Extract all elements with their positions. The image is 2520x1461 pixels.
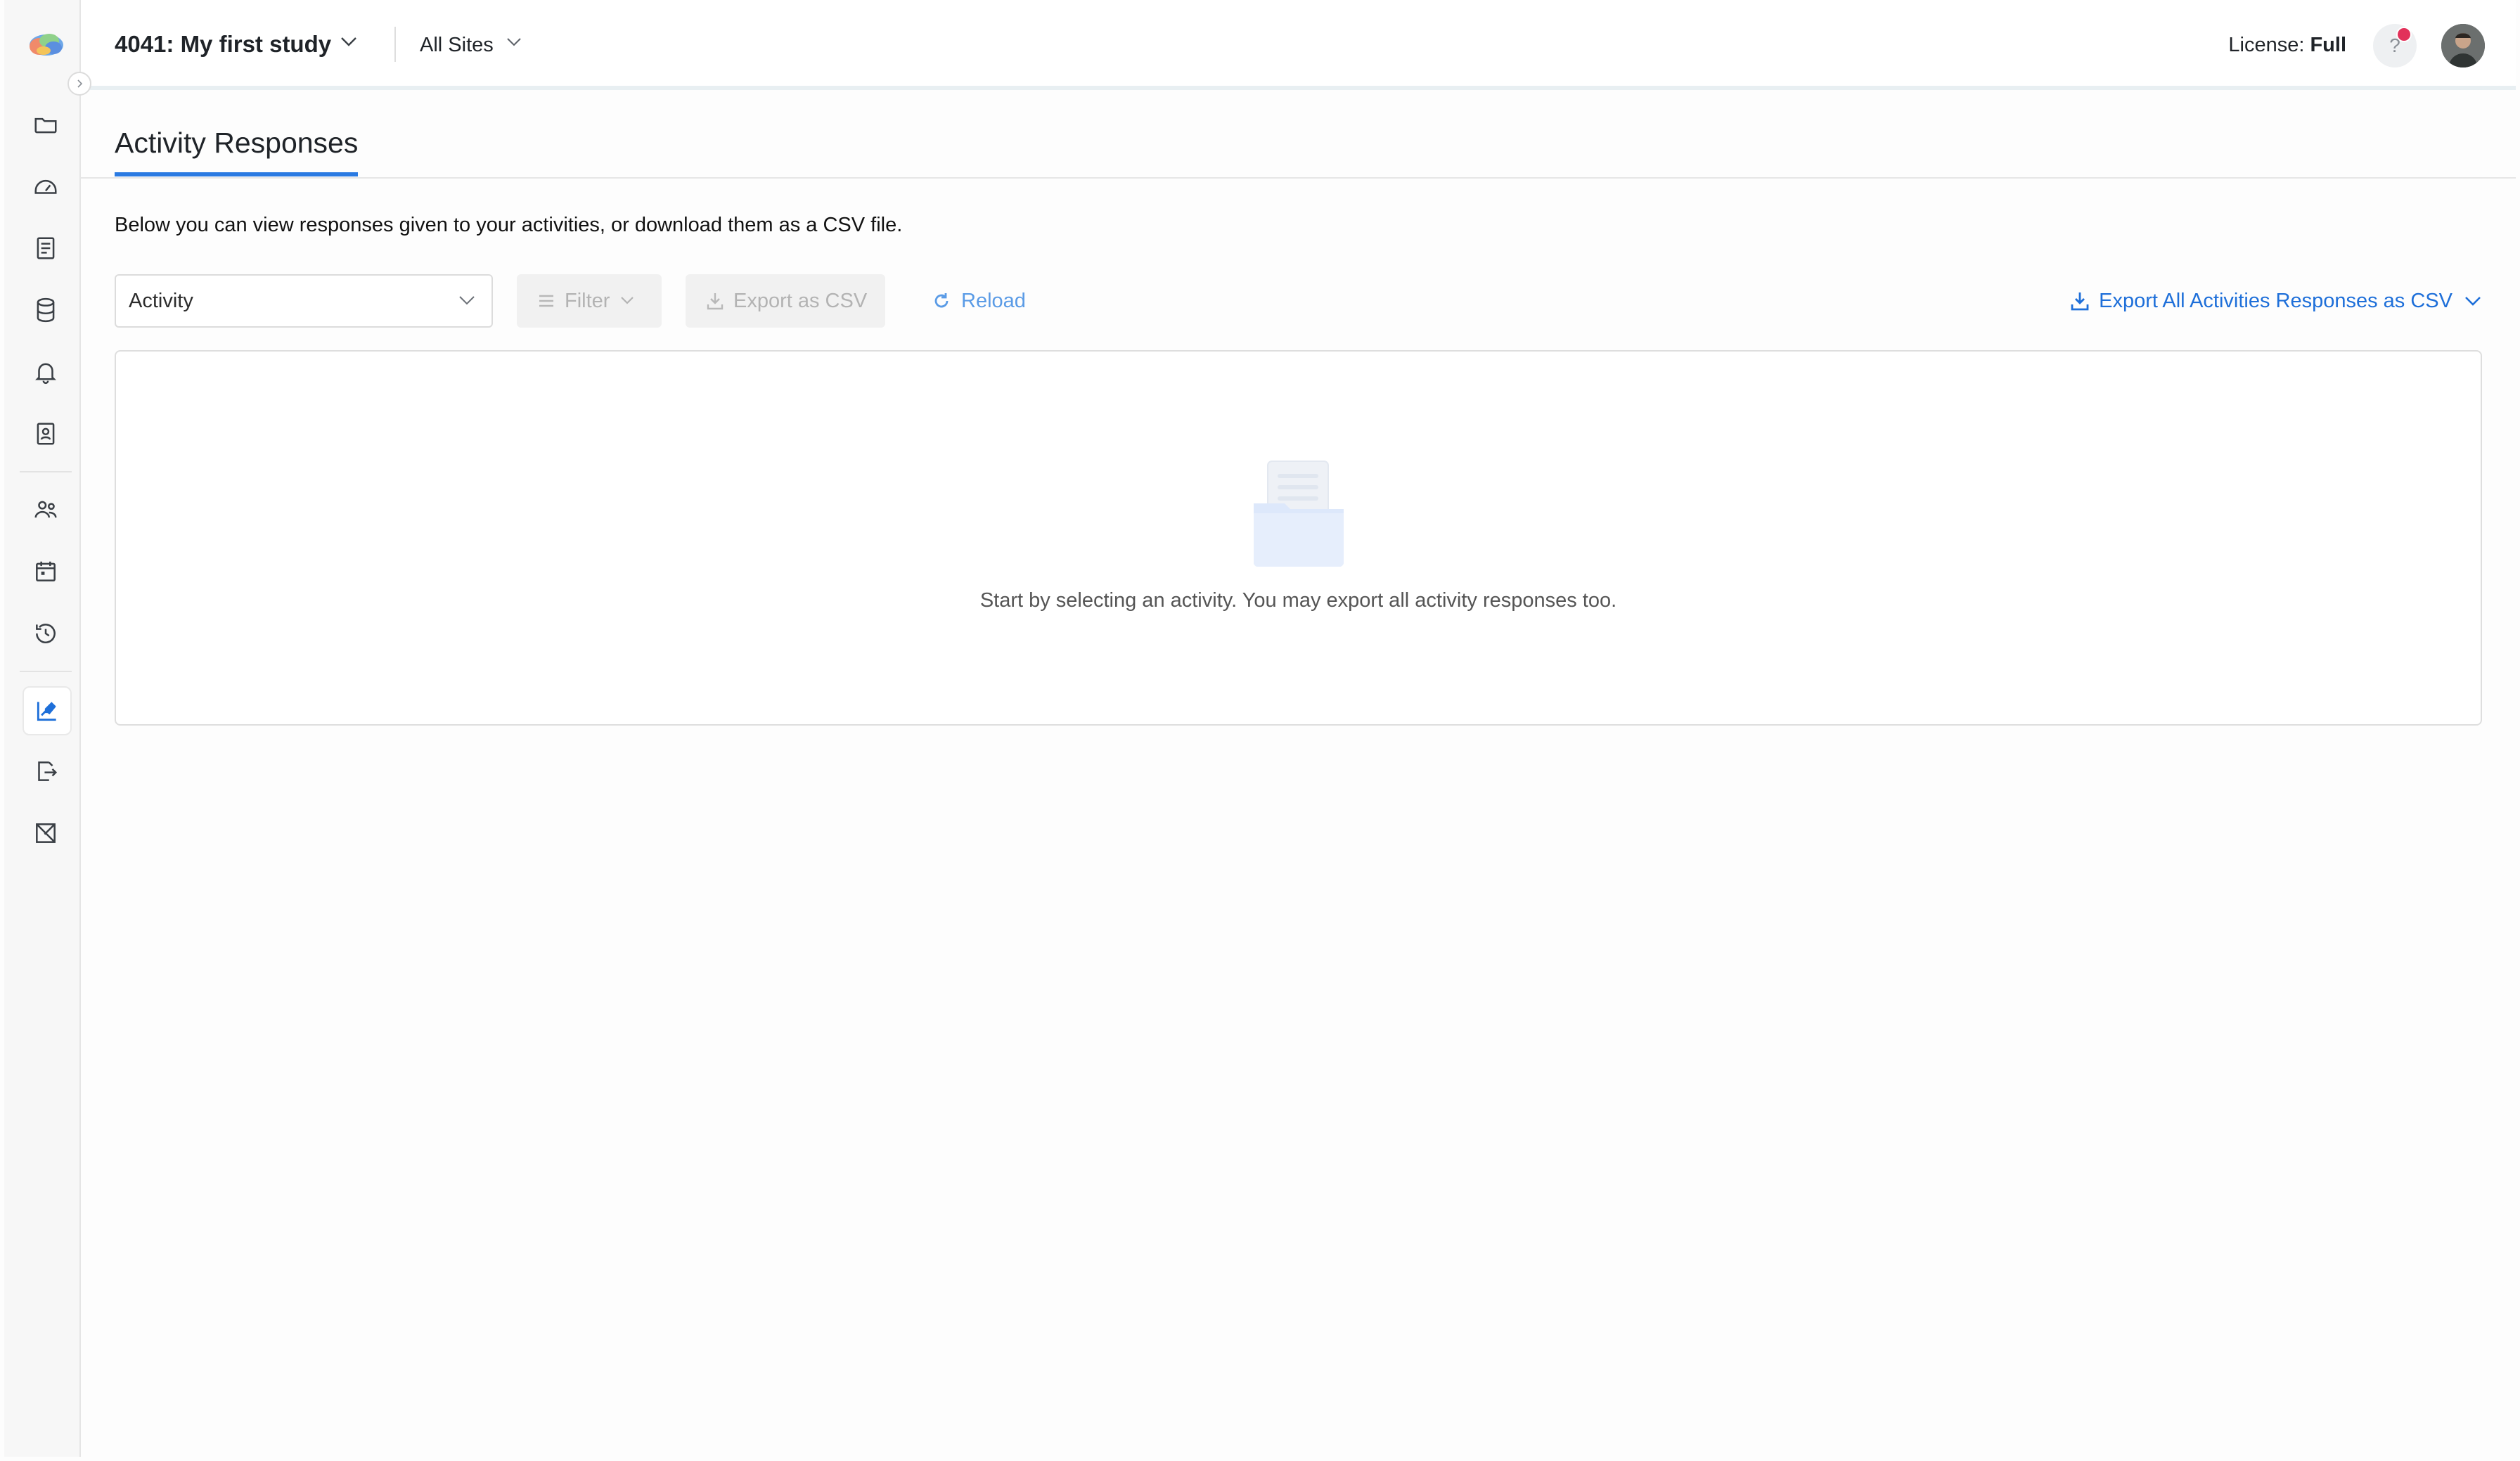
- sidebar-item-folder[interactable]: [22, 101, 69, 148]
- sidebar-item-export[interactable]: [22, 748, 69, 794]
- main-content: Activity Responses Below you can view re…: [81, 90, 2516, 1457]
- chevron-down-icon: [459, 296, 475, 305]
- license-info: License: Full: [2228, 34, 2346, 57]
- sidebar-collapse-button[interactable]: [68, 72, 91, 96]
- app-logo[interactable]: [25, 30, 65, 60]
- users-icon: [34, 501, 57, 518]
- sidebar: [4, 0, 81, 1457]
- bell-icon: [35, 363, 56, 385]
- study-selector[interactable]: 4041: My first study: [115, 31, 331, 58]
- avatar-icon: [2441, 24, 2485, 67]
- empty-state-message: Start by selecting an activity. You may …: [979, 589, 1617, 612]
- contact-card-icon: [37, 423, 55, 445]
- license-value: Full: [2310, 34, 2346, 56]
- empty-folder-icon: [1253, 461, 1344, 567]
- activity-select-placeholder: Activity: [129, 289, 193, 312]
- edit-chart-icon: [37, 702, 56, 721]
- sidebar-item-database[interactable]: [22, 287, 69, 333]
- reload-label: Reload: [961, 289, 1026, 312]
- sidebar-item-history[interactable]: [22, 610, 69, 657]
- filter-lines-icon: [538, 294, 555, 308]
- header-divider: [394, 27, 396, 62]
- chevron-right-icon: [77, 79, 83, 88]
- export-csv-button[interactable]: Export as CSV: [686, 274, 885, 328]
- reload-button[interactable]: Reload: [932, 274, 1026, 328]
- tab-bar: Activity Responses: [81, 90, 2516, 179]
- sidebar-divider: [20, 471, 72, 472]
- export-all-button[interactable]: Export All Activities Responses as CSV: [2071, 274, 2482, 328]
- filter-button[interactable]: Filter: [517, 274, 662, 328]
- user-avatar[interactable]: [2441, 24, 2485, 67]
- sidebar-item-activity-responses[interactable]: [22, 686, 72, 735]
- site-selector[interactable]: All Sites: [420, 34, 494, 57]
- activity-select[interactable]: Activity: [115, 274, 493, 328]
- sigma-icon: [36, 823, 56, 843]
- download-icon: [707, 292, 724, 310]
- chevron-down-icon: [621, 297, 634, 304]
- top-bar: 4041: My first study All Sites License: …: [81, 0, 2516, 90]
- toolbar: Activity Filter Export as CSV Reload Exp…: [115, 274, 2482, 330]
- database-icon: [37, 297, 55, 323]
- license-label: License:: [2228, 34, 2305, 56]
- page-description: Below you can view responses given to yo…: [115, 214, 903, 236]
- app-window: 4041: My first study All Sites License: …: [0, 0, 2520, 1461]
- sidebar-item-calendar[interactable]: [22, 548, 69, 595]
- chevron-down-icon[interactable]: [340, 35, 358, 48]
- notification-badge: [2396, 27, 2412, 42]
- calendar-icon: [36, 561, 56, 581]
- sidebar-item-documents[interactable]: [22, 225, 69, 271]
- sidebar-item-dashboard[interactable]: [22, 163, 69, 210]
- gauge-icon: [34, 179, 57, 194]
- sidebar-item-formula[interactable]: [22, 810, 69, 856]
- export-all-label: Export All Activities Responses as CSV: [2099, 289, 2452, 312]
- filter-label: Filter: [565, 289, 610, 312]
- export-icon: [38, 761, 58, 781]
- reload-icon: [932, 291, 951, 311]
- sidebar-item-contacts[interactable]: [22, 411, 69, 457]
- sidebar-item-notifications[interactable]: [22, 349, 69, 395]
- tab-activity-responses[interactable]: Activity Responses: [115, 127, 359, 176]
- history-icon: [36, 624, 56, 643]
- download-icon: [2071, 291, 2089, 311]
- document-icon: [37, 237, 55, 259]
- sidebar-item-participants[interactable]: [22, 487, 69, 533]
- chevron-down-icon[interactable]: [506, 37, 522, 48]
- sidebar-divider: [20, 671, 72, 672]
- export-csv-label: Export as CSV: [733, 289, 868, 312]
- empty-state-panel: Start by selecting an activity. You may …: [115, 350, 2482, 726]
- folder-icon: [34, 117, 57, 134]
- chevron-down-icon: [2465, 297, 2481, 306]
